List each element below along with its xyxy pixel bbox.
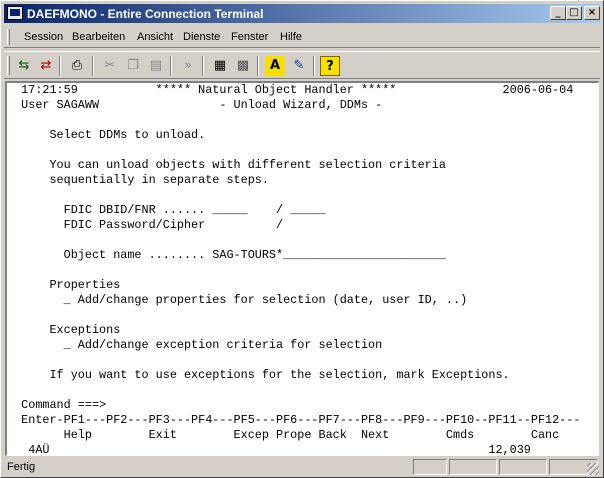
menu-fenster[interactable]: Fenster [231, 31, 268, 43]
object-name-field[interactable]: Object name ........ SAG-TOURS*_________… [7, 248, 597, 263]
exceptions-heading: Exceptions [7, 323, 121, 337]
password-cipher-field[interactable]: FDIC Password/Cipher / [7, 218, 597, 233]
print-icon[interactable]: ⎙ [67, 56, 87, 76]
app-icon[interactable] [7, 6, 23, 20]
paste-icon[interactable]: ▤ [146, 56, 166, 76]
close-button[interactable]: × [584, 6, 600, 20]
menu-session[interactable]: Session [24, 31, 63, 43]
toolbar: ⇆ ⇄ ⎙ ✂ ❐ ▤ » ▦ ▩ A ✎ ? [4, 51, 600, 79]
toolbar-separator [92, 56, 94, 76]
terminal-status-line: 4AÜ 12,039 [7, 443, 531, 456]
toolbar-separator [257, 56, 259, 76]
status-panel [413, 459, 447, 475]
menu-dienste[interactable]: Dienste [183, 31, 220, 43]
terminal-screen[interactable]: 17:21:59 ***** Natural Object Handler **… [5, 81, 599, 456]
title-bar[interactable]: DAEFMONO - Entire Connection Terminal _ … [4, 4, 600, 23]
properties-option[interactable]: _ Add/change properties for selection (d… [7, 293, 597, 308]
properties-heading: Properties [7, 278, 121, 292]
session-icon[interactable]: ▩ [233, 56, 253, 76]
terminal-line: sequentially in separate steps. [7, 173, 269, 187]
minimize-button[interactable]: _ [550, 6, 566, 20]
menu-bar: Session Bearbeiten Ansicht Dienste Fenst… [4, 26, 600, 48]
connect-icon[interactable]: ⇆ [14, 56, 34, 76]
status-panel [499, 459, 547, 475]
terminal-line: If you want to use exceptions for the se… [7, 368, 510, 382]
color-icon[interactable]: ✎ [289, 56, 309, 76]
status-text: Fertig [7, 461, 36, 473]
help-icon[interactable]: ? [320, 56, 340, 76]
copy-icon[interactable]: ❐ [123, 56, 143, 76]
disconnect-icon[interactable]: ⇄ [36, 56, 56, 76]
toolbar-separator [202, 56, 204, 76]
menu-ansicht[interactable]: Ansicht [137, 31, 173, 43]
pf-key-labels[interactable]: Help Exit Excep Prope Back Next Cmds Can… [7, 428, 597, 443]
pf-key-header: Enter-PF1---PF2---PF3---PF4---PF5---PF6-… [7, 413, 581, 427]
window-title: DAEFMONO - Entire Connection Terminal [27, 7, 264, 21]
terminal-window: DAEFMONO - Entire Connection Terminal _ … [0, 0, 604, 478]
resize-grip[interactable] [587, 463, 599, 475]
status-panel [449, 459, 497, 475]
exceptions-option[interactable]: _ Add/change exception criteria for sele… [7, 338, 597, 353]
menu-grip [7, 29, 10, 45]
terminal-line: 17:21:59 ***** Natural Object Handler **… [7, 83, 574, 97]
terminal-line: You can unload objects with different se… [7, 158, 446, 172]
toolbar-grip [7, 56, 10, 75]
maximize-button[interactable]: □ [566, 6, 582, 20]
toolbar-separator [313, 56, 315, 76]
transfer-icon[interactable]: » [178, 56, 198, 76]
log-icon[interactable]: ▦ [210, 56, 230, 76]
terminal-line: User SAGAWW - Unload Wizard, DDMs - [7, 98, 383, 112]
terminal-line: Select DDMs to unload. [7, 128, 206, 142]
cut-icon[interactable]: ✂ [100, 56, 120, 76]
command-line[interactable]: Command ===> [7, 398, 597, 413]
menu-bearbeiten[interactable]: Bearbeiten [72, 31, 125, 43]
dbid-fnr-field[interactable]: FDIC DBID/FNR ...... _____ / _____ [7, 203, 597, 218]
status-bar: Fertig [4, 458, 600, 476]
toolbar-separator [170, 56, 172, 76]
menu-hilfe[interactable]: Hilfe [280, 31, 302, 43]
toolbar-separator [59, 56, 61, 76]
font-icon[interactable]: A [265, 56, 285, 76]
